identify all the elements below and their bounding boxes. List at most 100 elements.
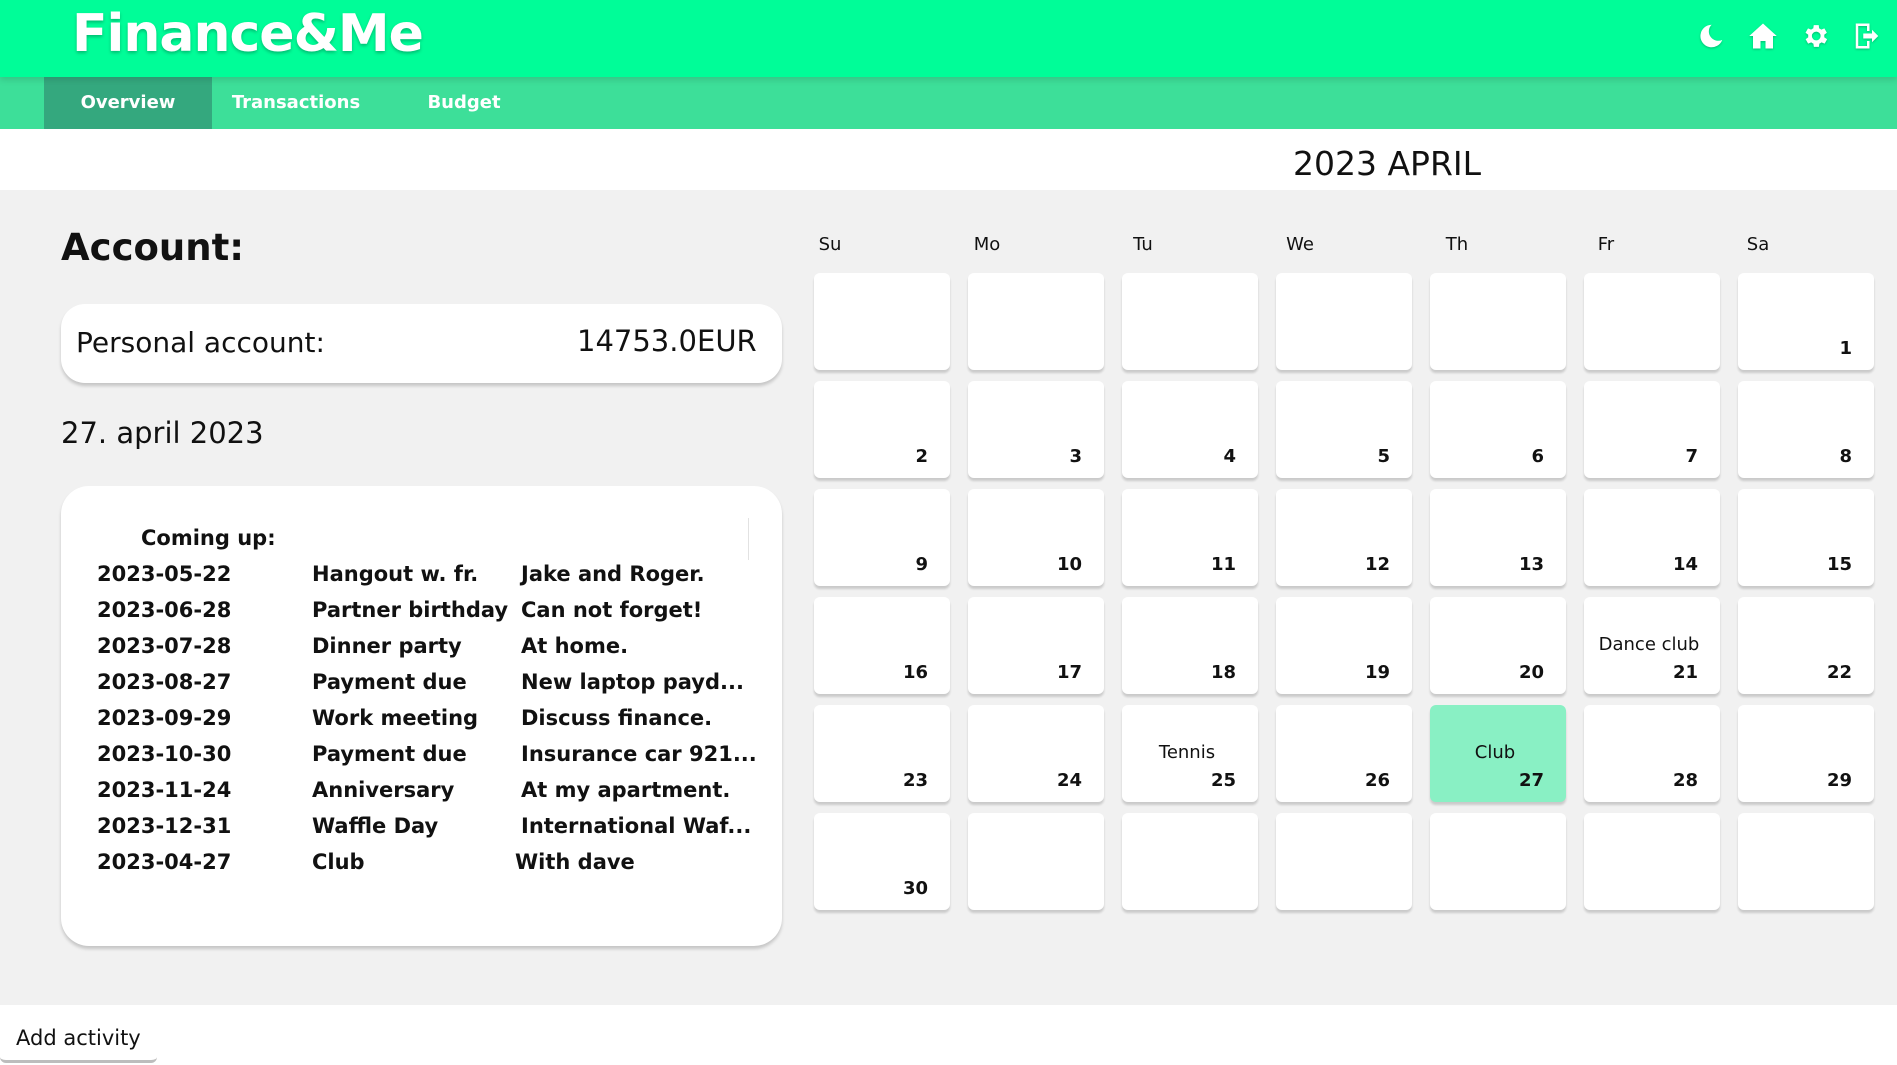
calendar-empty-cell[interactable]: [1276, 813, 1412, 910]
calendar-day-20[interactable]: 20: [1430, 597, 1566, 694]
calendar-day-22[interactable]: 22: [1738, 597, 1874, 694]
upcoming-date: 2023-04-27: [97, 850, 232, 874]
calendar-day-28[interactable]: 28: [1584, 705, 1720, 802]
calendar-event: Tennis: [1158, 742, 1216, 763]
day-number: 13: [1518, 554, 1544, 575]
upcoming-description: Insurance car 921...: [521, 742, 757, 766]
tab-overview[interactable]: Overview: [44, 77, 212, 129]
calendar-day-4[interactable]: 4: [1122, 381, 1258, 478]
tab-transactions[interactable]: Transactions: [212, 77, 380, 129]
upcoming-title-text: Club: [312, 850, 365, 874]
calendar-day-26[interactable]: 26: [1276, 705, 1412, 802]
upcoming-item: 2023-11-24 Anniversary At my apartment.: [61, 778, 782, 814]
calendar-day-8[interactable]: 8: [1738, 381, 1874, 478]
calendar-event: Dance club: [1598, 634, 1700, 655]
today-date: 27. april 2023: [61, 416, 264, 450]
calendar-day-14[interactable]: 14: [1584, 489, 1720, 586]
calendar-day-13[interactable]: 13: [1430, 489, 1566, 586]
calendar-empty-cell[interactable]: [1430, 813, 1566, 910]
calendar-empty-cell[interactable]: [1738, 813, 1874, 910]
calendar-day-12[interactable]: 12: [1276, 489, 1412, 586]
day-number: 8: [1839, 446, 1852, 467]
upcoming-title-text: Work meeting: [312, 706, 479, 730]
upcoming-date: 2023-08-27: [97, 670, 232, 694]
calendar-day-29[interactable]: 29: [1738, 705, 1874, 802]
day-number: 23: [902, 770, 928, 791]
calendar-day-10[interactable]: 10: [968, 489, 1104, 586]
calendar-empty-cell[interactable]: [968, 813, 1104, 910]
calendar-day-9[interactable]: 9: [814, 489, 950, 586]
day-number: 24: [1056, 770, 1082, 791]
account-label: Personal account:: [76, 326, 325, 359]
weekday-label: Tu: [1133, 234, 1153, 255]
calendar-empty-cell[interactable]: [814, 273, 950, 370]
calendar-day-1[interactable]: 1: [1738, 273, 1874, 370]
day-number: 6: [1531, 446, 1544, 467]
upcoming-title-text: Anniversary: [312, 778, 455, 802]
calendar-day-15[interactable]: 15: [1738, 489, 1874, 586]
day-number: 20: [1518, 662, 1544, 683]
calendar-day-16[interactable]: 16: [814, 597, 950, 694]
calendar-day-5[interactable]: 5: [1276, 381, 1412, 478]
moon-icon[interactable]: [1695, 20, 1727, 52]
calendar-day-23[interactable]: 23: [814, 705, 950, 802]
upcoming-date: 2023-12-31: [97, 814, 232, 838]
calendar-day-3[interactable]: 3: [968, 381, 1104, 478]
day-number: 4: [1223, 446, 1236, 467]
day-number: 22: [1826, 662, 1852, 683]
logout-icon[interactable]: [1851, 20, 1883, 52]
day-number: 26: [1364, 770, 1390, 791]
calendar-empty-cell[interactable]: [1276, 273, 1412, 370]
weekday-label: We: [1286, 234, 1314, 255]
day-number: 9: [915, 554, 928, 575]
day-number: 14: [1672, 554, 1698, 575]
day-number: 29: [1826, 770, 1852, 791]
calendar-day-24[interactable]: 24: [968, 705, 1104, 802]
calendar-day-21[interactable]: 21 Dance club: [1584, 597, 1720, 694]
calendar-empty-cell[interactable]: [1122, 273, 1258, 370]
upcoming-item: 2023-05-22 Hangout w. fr. Jake and Roger.: [61, 562, 782, 598]
upcoming-item: 2023-12-31 Waffle Day International Waf...: [61, 814, 782, 850]
calendar-day-7[interactable]: 7: [1584, 381, 1720, 478]
calendar-day-18[interactable]: 18: [1122, 597, 1258, 694]
calendar-day-27[interactable]: 27 Club: [1430, 705, 1566, 802]
home-icon[interactable]: [1747, 20, 1779, 52]
calendar-event: Club: [1474, 742, 1516, 763]
tab-budget[interactable]: Budget: [380, 77, 548, 129]
upcoming-description: At home.: [521, 634, 629, 658]
day-number: 30: [902, 878, 928, 899]
upcoming-description: Can not forget!: [521, 598, 703, 622]
calendar-day-11[interactable]: 11: [1122, 489, 1258, 586]
account-balance: 14753.0: [577, 324, 697, 358]
main-nav: Overview Transactions Budget: [0, 77, 1897, 129]
calendar-day-25[interactable]: 25 Tennis: [1122, 705, 1258, 802]
calendar-day-2[interactable]: 2: [814, 381, 950, 478]
month-header-band: [0, 129, 1897, 190]
upcoming-item: 2023-09-29 Work meeting Discuss finance.: [61, 706, 782, 742]
gear-icon[interactable]: [1799, 20, 1831, 52]
calendar-empty-cell[interactable]: [968, 273, 1104, 370]
upcoming-title: Coming up:: [141, 526, 276, 550]
calendar-day-30[interactable]: 30: [814, 813, 950, 910]
add-activity-button[interactable]: Add activity: [0, 1007, 157, 1063]
upcoming-title-text: Dinner party: [312, 634, 462, 658]
upcoming-date: 2023-05-22: [97, 562, 232, 586]
account-heading: Account:: [61, 226, 245, 269]
upcoming-date: 2023-10-30: [97, 742, 232, 766]
divider: [748, 518, 749, 560]
calendar-day-6[interactable]: 6: [1430, 381, 1566, 478]
header-actions: [1695, 20, 1883, 52]
calendar-empty-cell[interactable]: [1584, 273, 1720, 370]
calendar-day-19[interactable]: 19: [1276, 597, 1412, 694]
upcoming-card: Coming up: 2023-05-22 Hangout w. fr. Jake …: [61, 486, 782, 946]
calendar-empty-cell[interactable]: [1584, 813, 1720, 910]
upcoming-description: Discuss finance.: [521, 706, 713, 730]
weekday-label: Mo: [973, 234, 1001, 255]
calendar-empty-cell[interactable]: [1430, 273, 1566, 370]
calendar-day-17[interactable]: 17: [968, 597, 1104, 694]
upcoming-date: 2023-06-28: [97, 598, 232, 622]
upcoming-title-text: Partner birthday: [312, 598, 509, 622]
account-card: Personal account: 14753.0 EUR: [61, 304, 782, 383]
day-number: 5: [1377, 446, 1390, 467]
calendar-empty-cell[interactable]: [1122, 813, 1258, 910]
